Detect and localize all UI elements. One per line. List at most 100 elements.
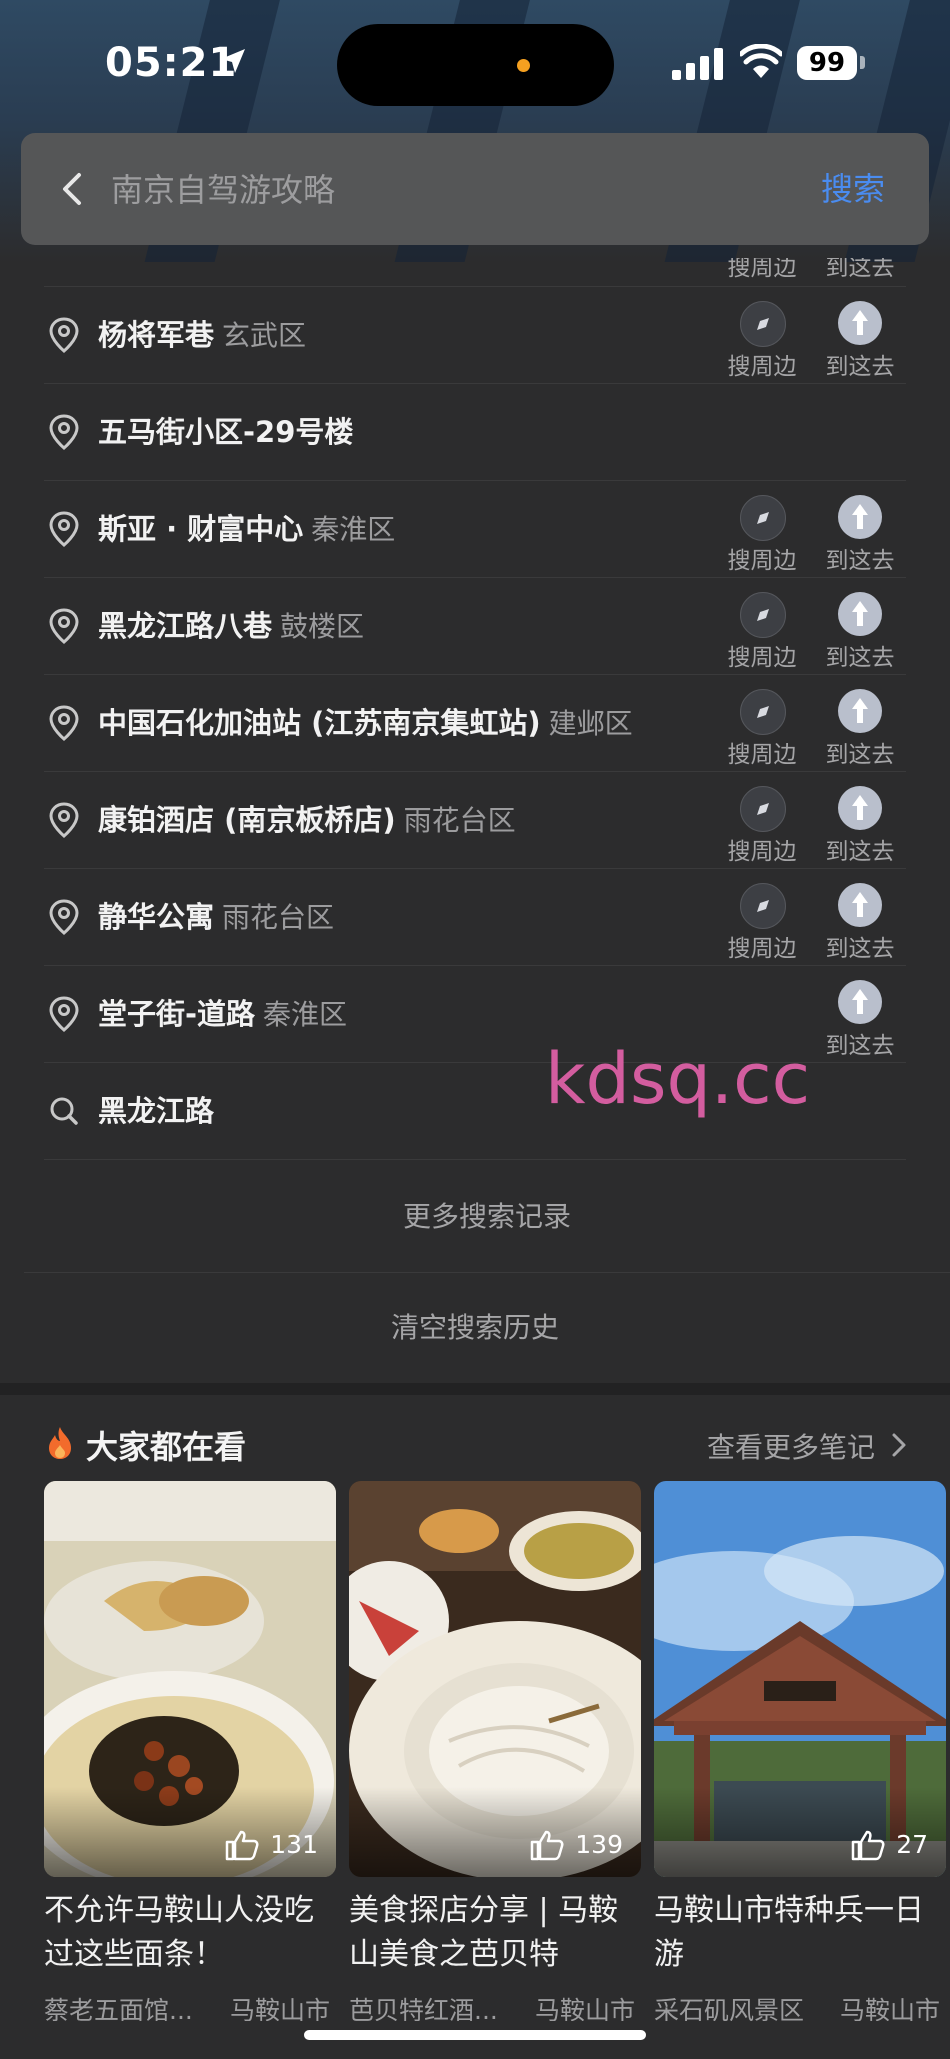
navigate-here-button[interactable]: 到这去 — [810, 495, 910, 574]
history-item-name: 堂子街-道路 — [98, 997, 256, 1031]
note-image — [654, 1481, 946, 1877]
compass-icon — [757, 512, 769, 524]
wifi-icon — [740, 44, 782, 78]
status-bar: 05:21 99 — [0, 0, 950, 120]
location-pin-icon — [49, 414, 79, 450]
history-item-district: 雨花台区 — [222, 901, 335, 934]
search-nearby-button[interactable]: 搜周边 — [712, 689, 812, 768]
history-item[interactable]: 杨将军巷 玄武区 搜周边 到这去 — [44, 287, 906, 384]
search-nearby-button[interactable]: 搜周边 — [712, 592, 812, 671]
navigate-arrow-icon — [852, 601, 868, 626]
location-pin-icon — [49, 996, 79, 1032]
note-place: 马鞍山市 — [229, 1996, 330, 2021]
history-item-district: 鼓楼区 — [280, 610, 365, 643]
thumbs-up-icon — [531, 1830, 564, 1861]
history-item-district: 建邺区 — [548, 707, 633, 740]
location-arrow-icon — [221, 49, 245, 73]
compass-icon — [757, 609, 769, 621]
notes-section-title: 大家都在看 — [86, 1428, 247, 1466]
search-button[interactable]: 搜索 — [821, 161, 885, 217]
location-pin-icon — [49, 899, 79, 935]
search-nearby-button[interactable]: 搜周边 — [712, 301, 812, 380]
notes-carousel[interactable]: 131 不允许马鞍山人没吃过这些面条！ 蔡老五面馆... 马鞍山市 139 美食… — [44, 1481, 950, 2021]
compass-icon — [757, 803, 769, 815]
watermark: kdsq.cc — [545, 1038, 811, 1120]
notes-section-header: 大家都在看 查看更多笔记 — [0, 1410, 950, 1478]
note-title: 美食探店分享 | 马鞍山美食之芭贝特 — [349, 1893, 619, 1972]
cellular-signal-icon — [672, 48, 723, 80]
note-place: 马鞍山市 — [534, 1996, 635, 2021]
note-card[interactable]: 131 不允许马鞍山人没吃过这些面条！ 蔡老五面馆... 马鞍山市 — [44, 1481, 336, 2021]
search-nearby-button[interactable]: 搜周边 — [712, 495, 812, 574]
history-item[interactable]: 康铂酒店 (南京板桥店) 雨花台区 搜周边 到这去 — [44, 772, 906, 869]
more-search-records-button[interactable]: 更多搜索记录 — [24, 1162, 950, 1273]
note-title: 马鞍山市特种兵一日游 — [654, 1893, 924, 1972]
note-author: 芭贝特红酒... — [349, 1996, 498, 2021]
note-author: 蔡老五面馆... — [44, 1996, 193, 2021]
search-input[interactable] — [109, 161, 803, 219]
history-item-district: 秦淮区 — [263, 998, 348, 1031]
dynamic-island — [337, 24, 614, 106]
history-row-partial: 搜周边 到这去 — [44, 258, 906, 287]
search-nearby-button[interactable]: 搜周边 — [712, 883, 812, 962]
navigate-here-button[interactable]: 到这去 — [810, 592, 910, 671]
note-author: 采石矶风景区 — [654, 1996, 805, 2021]
note-image — [44, 1481, 336, 1877]
note-likes: 139 — [529, 1827, 623, 1863]
navigate-here-button[interactable]: 到这去 — [810, 786, 910, 865]
navigate-here-button[interactable]: 到这去 — [810, 883, 910, 962]
history-item[interactable]: 五马街小区-29号楼 — [44, 384, 906, 481]
history-item-district: 秦淮区 — [311, 513, 396, 546]
location-pin-icon — [49, 608, 79, 644]
clear-search-history-button[interactable]: 清空搜索历史 — [0, 1273, 950, 1383]
navigate-arrow-icon — [852, 989, 868, 1014]
navigate-arrow-icon — [852, 795, 868, 820]
history-item-name: 杨将军巷 — [98, 318, 215, 352]
note-title: 不允许马鞍山人没吃过这些面条！ — [44, 1893, 314, 1972]
history-item-name: 康铂酒店 (南京板桥店) — [98, 803, 396, 837]
search-icon — [50, 1097, 78, 1125]
note-meta: 芭贝特红酒... 马鞍山市 — [349, 1991, 641, 2021]
note-meta: 采石矶风景区 马鞍山市 — [654, 1991, 946, 2021]
note-meta: 蔡老五面馆... 马鞍山市 — [44, 1991, 336, 2021]
note-image — [349, 1481, 641, 1877]
navigate-here-button[interactable]: 到这去 — [810, 301, 910, 380]
history-item-district: 雨花台区 — [403, 804, 516, 837]
history-item-district: 玄武区 — [222, 319, 307, 352]
history-item-name: 静华公寓 — [98, 900, 215, 934]
note-card[interactable]: 139 美食探店分享 | 马鞍山美食之芭贝特 芭贝特红酒... 马鞍山市 — [349, 1481, 641, 2021]
more-notes-link[interactable]: 查看更多笔记 — [707, 1426, 875, 1466]
navigate-arrow-icon — [852, 892, 868, 917]
fire-icon — [49, 1427, 71, 1459]
history-item[interactable]: 黑龙江路八巷 鼓楼区 搜周边 到这去 — [44, 578, 906, 675]
location-pin-icon — [49, 317, 79, 353]
navigate-here-button[interactable]: 到这去 — [810, 980, 910, 1059]
history-item-name: 中国石化加油站 (江苏南京集虹站) — [98, 706, 541, 740]
navigate-here-button[interactable]: 到这去 — [810, 689, 910, 768]
history-item-name: 黑龙江路 — [98, 1094, 215, 1128]
home-indicator[interactable] — [304, 2030, 646, 2040]
compass-icon — [757, 900, 769, 912]
location-pin-icon — [49, 705, 79, 741]
search-nearby-button[interactable]: 搜周边 — [712, 786, 812, 865]
chevron-right-icon[interactable] — [890, 1432, 908, 1458]
location-pin-icon — [49, 511, 79, 547]
history-item-name: 五马街小区-29号楼 — [98, 415, 354, 449]
back-arrow-icon[interactable] — [51, 167, 95, 211]
history-item-name: 黑龙江路八巷 — [98, 609, 273, 643]
note-likes: 131 — [224, 1827, 318, 1863]
note-place: 马鞍山市 — [839, 1996, 940, 2021]
thumbs-up-icon — [851, 1830, 885, 1861]
compass-icon — [757, 706, 769, 718]
history-item[interactable]: 中国石化加油站 (江苏南京集虹站) 建邺区 搜周边 到这去 — [44, 675, 906, 772]
search-bar: 搜索 — [21, 133, 929, 245]
thumbs-up-icon — [226, 1830, 259, 1861]
history-item[interactable]: 静华公寓 雨花台区 搜周边 到这去 — [44, 869, 906, 966]
note-card[interactable]: 27 马鞍山市特种兵一日游 采石矶风景区 马鞍山市 — [654, 1481, 946, 2021]
history-item-name: 斯亚 · 财富中心 — [98, 512, 304, 546]
section-divider — [0, 1383, 950, 1395]
note-likes: 27 — [850, 1827, 928, 1863]
location-pin-icon — [49, 802, 79, 838]
history-item[interactable]: 斯亚 · 财富中心 秦淮区 搜周边 到这去 — [44, 481, 906, 578]
battery-icon: 99 — [797, 46, 857, 80]
